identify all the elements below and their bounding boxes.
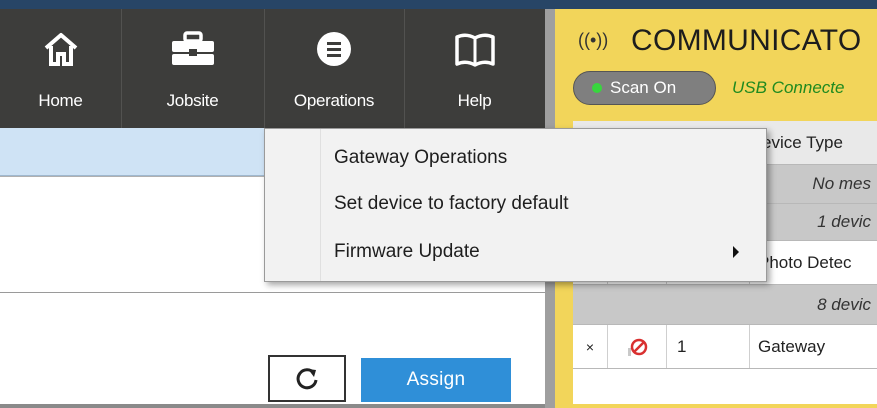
home-label: Home — [38, 91, 83, 110]
no-signal-icon — [608, 325, 667, 368]
jobsite-label: Jobsite — [166, 91, 219, 110]
home-icon — [44, 33, 77, 66]
table-row[interactable]: × 1 Gateway — [573, 325, 877, 369]
menu-item-label: Gateway Operations — [334, 147, 508, 168]
bottom-border — [0, 404, 545, 408]
group-label: 8 devic — [817, 294, 871, 314]
header-device-type[interactable]: evice Type — [750, 121, 877, 164]
help-label: Help — [457, 91, 492, 110]
operations-button[interactable]: Operations — [264, 9, 405, 128]
top-accent-strip — [0, 0, 877, 9]
row-number: 1 — [667, 325, 750, 368]
jobsite-button[interactable]: Jobsite — [121, 9, 265, 128]
signal-icon: ((•)) — [578, 30, 609, 50]
submenu-arrow-icon — [733, 246, 739, 258]
operations-label: Operations — [293, 91, 375, 110]
menu-item-label: Set device to factory default — [334, 193, 569, 214]
scan-label: Scan On — [610, 78, 677, 97]
menu-item-firmware-update[interactable]: Firmware Update — [266, 230, 766, 274]
scan-status-dot — [592, 83, 602, 93]
book-icon — [454, 33, 495, 67]
table-row — [573, 369, 877, 404]
group-row: 8 devic — [573, 285, 877, 325]
main-toolbar: Home Jobsite Operations Help — [0, 9, 545, 128]
help-button[interactable]: Help — [404, 9, 545, 128]
usb-status: USB Connecte — [732, 78, 845, 97]
menu-item-factory-default[interactable]: Set device to factory default — [266, 182, 766, 226]
menu-circle-icon — [317, 32, 351, 66]
menu-item-gateway-operations[interactable]: Gateway Operations — [266, 136, 766, 180]
row-device-type: Gateway — [758, 336, 826, 356]
briefcase-icon — [171, 31, 214, 65]
row-remove-mark[interactable]: × — [573, 325, 608, 368]
home-button[interactable]: Home — [0, 9, 122, 128]
refresh-icon — [296, 367, 318, 389]
assign-button[interactable]: Assign — [361, 358, 511, 402]
refresh-button[interactable] — [268, 355, 346, 402]
communicator-title: COMMUNICATO — [631, 24, 862, 57]
row-device-type: Photo Detec — [758, 252, 852, 272]
divider — [0, 292, 545, 293]
operations-menu: Gateway Operations Set device to factory… — [264, 128, 767, 282]
scan-toggle[interactable]: Scan On — [573, 71, 716, 105]
menu-item-label: Firmware Update — [334, 241, 480, 262]
